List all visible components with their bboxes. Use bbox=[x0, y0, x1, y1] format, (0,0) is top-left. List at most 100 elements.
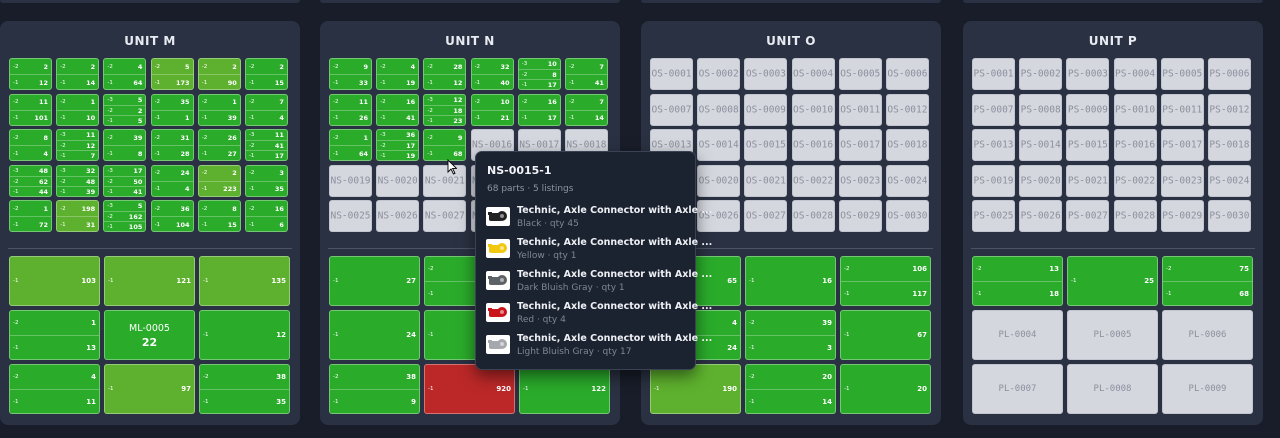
bin-cell[interactable]: -2 31 -1 28 bbox=[150, 129, 194, 162]
empty-bin-cell[interactable]: PS-0015 bbox=[1066, 129, 1110, 162]
bin-cell[interactable]: -2 11 -1 101 bbox=[9, 93, 52, 126]
empty-bin-cell[interactable]: OS-0022 bbox=[791, 164, 835, 197]
empty-bin-cell[interactable]: OS-0021 bbox=[744, 164, 788, 197]
empty-bin-cell[interactable]: NS-0020 bbox=[376, 164, 420, 197]
empty-bin-cell[interactable]: PS-0005 bbox=[1160, 58, 1204, 90]
empty-bin-cell[interactable]: NS-0026 bbox=[376, 200, 420, 233]
bin-cell[interactable]: -2 36 -1 104 bbox=[150, 200, 194, 233]
empty-bin-cell[interactable]: OS-0001 bbox=[650, 58, 693, 90]
empty-bin-cell[interactable]: OS-0015 bbox=[744, 129, 788, 162]
bin-cell[interactable]: -1 20 bbox=[840, 364, 931, 414]
bin-cell[interactable]: -3 11 -2 12 -1 7 bbox=[56, 129, 100, 162]
empty-bin-cell[interactable]: PS-0022 bbox=[1113, 164, 1157, 197]
bin-cell[interactable]: -2 11 -1 26 bbox=[329, 93, 372, 126]
bin-cell[interactable]: -2 7 -1 4 bbox=[244, 93, 288, 126]
bin-cell[interactable]: -2 7 -1 41 bbox=[564, 58, 608, 90]
bin-cell[interactable]: -2 5 -1 173 bbox=[150, 58, 194, 90]
empty-bin-cell[interactable]: PS-0014 bbox=[1019, 129, 1063, 162]
bin-cell[interactable]: -2 20 -1 14 bbox=[745, 364, 836, 414]
empty-bin-cell[interactable]: PS-0021 bbox=[1066, 164, 1110, 197]
bin-cell[interactable]: -3 5 -2 162 -1 105 bbox=[103, 200, 147, 233]
empty-bin-cell[interactable]: PL-0009 bbox=[1162, 364, 1253, 414]
bin-cell[interactable]: -2 1 -1 10 bbox=[56, 93, 100, 126]
empty-bin-cell[interactable]: PS-0019 bbox=[972, 164, 1015, 197]
empty-bin-cell[interactable]: OS-0010 bbox=[791, 93, 835, 126]
bin-cell[interactable]: -3 36 -2 17 -1 19 bbox=[376, 129, 420, 162]
empty-bin-cell[interactable]: OS-0024 bbox=[885, 164, 929, 197]
empty-bin-cell[interactable]: PS-0027 bbox=[1066, 200, 1110, 233]
empty-bin-cell[interactable]: OS-0005 bbox=[838, 58, 882, 90]
empty-bin-cell[interactable]: PS-0001 bbox=[972, 58, 1015, 90]
bin-cell[interactable]: -2 1 -1 64 bbox=[329, 129, 372, 162]
bin-cell[interactable]: -1 920 bbox=[424, 364, 515, 414]
empty-bin-cell[interactable]: PS-0009 bbox=[1066, 93, 1110, 126]
bin-cell[interactable]: -1 97 bbox=[104, 364, 195, 414]
bin-cell[interactable]: -2 1 -1 13 bbox=[9, 310, 100, 360]
bin-cell[interactable]: -2 16 -1 17 bbox=[517, 93, 561, 126]
empty-bin-cell[interactable]: PS-0025 bbox=[972, 200, 1015, 233]
empty-bin-cell[interactable]: OS-0014 bbox=[697, 129, 741, 162]
bin-cell[interactable]: -2 38 -1 9 bbox=[329, 364, 420, 414]
empty-bin-cell[interactable]: PS-0020 bbox=[1019, 164, 1063, 197]
empty-bin-cell[interactable]: PS-0006 bbox=[1207, 58, 1251, 90]
empty-bin-cell[interactable]: PL-0007 bbox=[972, 364, 1063, 414]
empty-bin-cell[interactable]: PS-0029 bbox=[1160, 200, 1204, 233]
bin-cell[interactable]: -2 38 -1 35 bbox=[199, 364, 290, 414]
bin-cell[interactable]: -1 103 bbox=[9, 256, 100, 306]
empty-bin-cell[interactable]: PL-0008 bbox=[1067, 364, 1158, 414]
empty-bin-cell[interactable]: NS-0021 bbox=[423, 164, 467, 197]
empty-bin-cell[interactable]: PS-0018 bbox=[1207, 129, 1251, 162]
empty-bin-cell[interactable]: PS-0017 bbox=[1160, 129, 1204, 162]
bin-cell[interactable]: -2 10 -1 21 bbox=[470, 93, 514, 126]
empty-bin-cell[interactable]: OS-0016 bbox=[791, 129, 835, 162]
empty-bin-cell[interactable]: PL-0006 bbox=[1162, 310, 1253, 360]
bin-cell[interactable]: -1 16 bbox=[745, 256, 836, 306]
empty-bin-cell[interactable]: OS-0009 bbox=[744, 93, 788, 126]
bin-cell[interactable]: -2 32 -1 40 bbox=[470, 58, 514, 90]
empty-bin-cell[interactable]: OS-0018 bbox=[885, 129, 929, 162]
empty-bin-cell[interactable]: PS-0030 bbox=[1207, 200, 1251, 233]
bin-cell[interactable]: -1 121 bbox=[104, 256, 195, 306]
empty-bin-cell[interactable]: OS-0006 bbox=[885, 58, 929, 90]
bin-cell[interactable]: -2 2 -1 223 bbox=[197, 164, 241, 197]
empty-bin-cell[interactable]: OS-0020 bbox=[697, 164, 741, 197]
empty-bin-cell[interactable]: PS-0012 bbox=[1207, 93, 1251, 126]
empty-bin-cell[interactable]: OS-0002 bbox=[697, 58, 741, 90]
empty-bin-cell[interactable]: OS-0017 bbox=[838, 129, 882, 162]
empty-bin-cell[interactable]: PS-0008 bbox=[1019, 93, 1063, 126]
bin-cell[interactable]: -1 24 bbox=[329, 310, 420, 360]
bin-cell[interactable]: -2 13 -1 18 bbox=[972, 256, 1063, 306]
bin-cell[interactable]: -2 39 -1 3 bbox=[745, 310, 836, 360]
bin-cell[interactable]: -2 2 -1 90 bbox=[197, 58, 241, 90]
bin-cell[interactable]: -2 39 -1 8 bbox=[103, 129, 147, 162]
empty-bin-cell[interactable]: PS-0003 bbox=[1066, 58, 1110, 90]
bin-cell[interactable]: -1 25 bbox=[1067, 256, 1158, 306]
bin-cell[interactable]: -3 32 -2 48 -1 39 bbox=[56, 164, 100, 197]
bin-cell[interactable]: -2 2 -1 15 bbox=[244, 58, 288, 90]
bin-cell[interactable]: -1 135 bbox=[199, 256, 290, 306]
empty-bin-cell[interactable]: OS-0012 bbox=[885, 93, 929, 126]
bin-cell[interactable]: -2 24 -1 4 bbox=[150, 164, 194, 197]
empty-bin-cell[interactable]: OS-0008 bbox=[697, 93, 741, 126]
empty-bin-cell[interactable]: OS-0030 bbox=[885, 200, 929, 233]
empty-bin-cell[interactable]: PS-0016 bbox=[1113, 129, 1157, 162]
empty-bin-cell[interactable]: PS-0002 bbox=[1019, 58, 1063, 90]
bin-cell[interactable]: -2 1 -1 39 bbox=[197, 93, 241, 126]
bin-cell[interactable]: -1 67 bbox=[840, 310, 931, 360]
empty-bin-cell[interactable]: OS-0004 bbox=[791, 58, 835, 90]
bin-cell[interactable]: -2 7 -1 14 bbox=[564, 93, 608, 126]
bin-cell[interactable]: -2 75 -1 68 bbox=[1162, 256, 1253, 306]
bin-cell[interactable]: -1 122 bbox=[519, 364, 610, 414]
bin-cell[interactable]: -3 48 -2 62 -1 44 bbox=[9, 164, 52, 197]
bin-cell[interactable]: -2 2 -1 14 bbox=[56, 58, 100, 90]
empty-bin-cell[interactable]: OS-0027 bbox=[744, 200, 788, 233]
empty-bin-cell[interactable]: PS-0028 bbox=[1113, 200, 1157, 233]
bin-cell[interactable]: -2 28 -1 12 bbox=[423, 58, 467, 90]
bin-cell[interactable]: -3 11 -2 41 -1 17 bbox=[244, 129, 288, 162]
empty-bin-cell[interactable]: PS-0007 bbox=[972, 93, 1015, 126]
bin-cell[interactable]: -2 9 -1 68 bbox=[423, 129, 467, 162]
empty-bin-cell[interactable]: OS-0011 bbox=[838, 93, 882, 126]
empty-bin-cell[interactable]: OS-0007 bbox=[650, 93, 693, 126]
bin-cell[interactable]: -2 35 -1 1 bbox=[150, 93, 194, 126]
bin-cell[interactable]: -2 2 -1 12 bbox=[9, 58, 52, 90]
